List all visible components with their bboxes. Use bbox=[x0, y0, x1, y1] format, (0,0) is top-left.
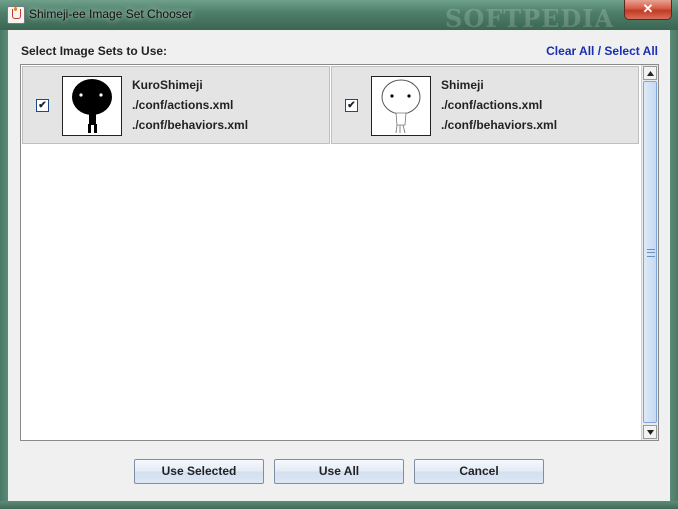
selection-links: Clear All / Select All bbox=[546, 44, 658, 58]
arrow-down-icon bbox=[647, 430, 654, 435]
use-all-button[interactable]: Use All bbox=[274, 459, 404, 484]
dialog-content: Select Image Sets to Use: Clear All / Se… bbox=[8, 30, 670, 501]
link-separator: / bbox=[597, 44, 602, 58]
watermark: SOFTPEDIA bbox=[445, 4, 615, 33]
java-cup-icon[interactable] bbox=[7, 6, 25, 24]
vertical-scrollbar[interactable] bbox=[641, 65, 658, 440]
scroll-thumb[interactable] bbox=[643, 81, 657, 423]
image-set-checkbox[interactable]: ✔ bbox=[345, 99, 358, 112]
window-frame-bottom bbox=[0, 501, 678, 509]
close-button[interactable]: ✕ bbox=[624, 0, 672, 20]
arrow-up-icon bbox=[647, 71, 654, 76]
window-title: Shimeji-ee Image Set Chooser bbox=[29, 7, 193, 21]
section-label: Select Image Sets to Use: bbox=[21, 44, 168, 58]
behaviors-path: ./conf/behaviors.xml bbox=[132, 118, 249, 132]
select-all-link[interactable]: Select All bbox=[604, 44, 658, 58]
scroll-grip-icon bbox=[647, 249, 655, 257]
title-bar[interactable]: SOFTPEDIA Shimeji-ee Image Set Chooser ✕ bbox=[0, 0, 678, 33]
image-set-checkbox[interactable]: ✔ bbox=[36, 99, 49, 112]
image-set-thumbnail bbox=[371, 76, 431, 136]
chooser-window: SOFTPEDIA Shimeji-ee Image Set Chooser ✕… bbox=[0, 0, 678, 509]
window-frame-right bbox=[670, 30, 678, 509]
image-set-name: KuroShimeji bbox=[132, 78, 203, 92]
actions-path: ./conf/actions.xml bbox=[441, 98, 543, 112]
image-set-name: Shimeji bbox=[441, 78, 484, 92]
use-selected-button[interactable]: Use Selected bbox=[134, 459, 264, 484]
image-set-list: ✔ KuroShimeji ./conf/actions.xml ./conf/… bbox=[20, 64, 659, 441]
clear-all-link[interactable]: Clear All bbox=[546, 44, 594, 58]
cancel-button[interactable]: Cancel bbox=[414, 459, 544, 484]
black-shimeji-icon bbox=[72, 79, 112, 133]
behaviors-path: ./conf/behaviors.xml bbox=[441, 118, 558, 132]
white-shimeji-icon bbox=[381, 79, 421, 134]
image-set-info: KuroShimeji ./conf/actions.xml ./conf/be… bbox=[132, 77, 248, 137]
scroll-up-button[interactable] bbox=[643, 66, 657, 80]
image-set-thumbnail bbox=[62, 76, 122, 136]
actions-path: ./conf/actions.xml bbox=[132, 98, 234, 112]
image-set-tile[interactable]: ✔ KuroShimeji ./conf/actions.xml ./conf/… bbox=[22, 66, 330, 144]
window-frame-left bbox=[0, 30, 8, 509]
image-set-tile[interactable]: ✔ Shimeji ./conf/actions.xml ./conf/beha… bbox=[331, 66, 639, 144]
image-set-info: Shimeji ./conf/actions.xml ./conf/behavi… bbox=[441, 77, 557, 137]
scroll-down-button[interactable] bbox=[643, 425, 657, 439]
